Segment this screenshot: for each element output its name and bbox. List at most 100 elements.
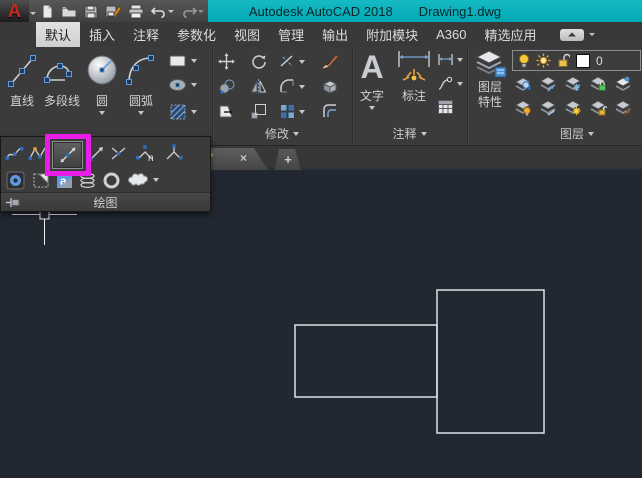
open-file-button[interactable]: [61, 4, 77, 19]
copy-button[interactable]: [218, 78, 236, 95]
multiple-points-button[interactable]: [109, 145, 128, 167]
fillet-button[interactable]: [279, 78, 305, 95]
rotate-button[interactable]: [250, 53, 267, 70]
spline-fit-button[interactable]: [5, 145, 24, 167]
construction-line-button[interactable]: [52, 141, 83, 169]
printer-icon: [128, 4, 144, 18]
application-menu-caret-icon[interactable]: [30, 12, 36, 15]
ray-button[interactable]: [88, 144, 105, 167]
layer-restore-icon[interactable]: [539, 75, 557, 92]
hatch-button[interactable]: [168, 102, 197, 122]
spline-cv-button[interactable]: [28, 145, 47, 167]
tab-annotate[interactable]: 注释: [124, 22, 168, 47]
table-button[interactable]: [437, 99, 454, 115]
layer-properties-button[interactable]: 图层 特性: [471, 49, 509, 109]
offset-icon: [323, 104, 336, 117]
ribbon-minimize-icon[interactable]: [559, 28, 584, 41]
undo-button[interactable]: [151, 4, 174, 18]
array-dropdown-icon[interactable]: [299, 109, 305, 114]
modify-panel-label[interactable]: 修改: [213, 125, 351, 142]
tab-insert[interactable]: 插入: [80, 22, 124, 47]
layer-unlock-icon[interactable]: [589, 99, 607, 116]
undo-caret-icon[interactable]: [168, 9, 174, 13]
region-icon: [33, 173, 49, 188]
spline-cv-icon: [28, 147, 46, 160]
revision-cloud-button[interactable]: [127, 172, 159, 188]
offset-button[interactable]: [321, 103, 339, 120]
line-button[interactable]: 直线: [4, 50, 40, 109]
arc-dropdown-icon[interactable]: [138, 111, 144, 115]
layer-lock-icon[interactable]: [589, 75, 607, 92]
explode-button[interactable]: [321, 78, 339, 95]
draw-panel-label[interactable]: 绘图: [93, 194, 117, 211]
stretch-button[interactable]: [218, 103, 236, 120]
tab-view[interactable]: 视图: [225, 22, 269, 47]
circle-button[interactable]: 圆: [84, 50, 120, 115]
polyline-button[interactable]: 多段线: [40, 50, 84, 109]
layer-make-current-icon[interactable]: [614, 75, 632, 92]
divide-button[interactable]: n: [135, 143, 159, 168]
fillet-dropdown-icon[interactable]: [299, 84, 305, 89]
annotate-panel-label[interactable]: 注释: [353, 125, 466, 142]
layer-off-icon[interactable]: [514, 99, 532, 116]
mirror-button[interactable]: [250, 78, 267, 95]
save-as-button[interactable]: [105, 4, 121, 19]
circle-dropdown-icon[interactable]: [99, 111, 105, 115]
plot-button[interactable]: [128, 4, 144, 19]
ellipse-dropdown-icon[interactable]: [191, 83, 197, 87]
trim-dropdown-icon[interactable]: [299, 59, 305, 64]
tab-a360[interactable]: A360: [427, 22, 475, 47]
measure-button[interactable]: [164, 143, 186, 168]
rectangle-button[interactable]: [168, 53, 197, 69]
ribbon-toggle-caret-icon[interactable]: [588, 33, 595, 36]
drawn-rectangle-right[interactable]: [436, 289, 545, 434]
redo-button[interactable]: [181, 4, 204, 18]
tab-close-icon[interactable]: ×: [240, 151, 247, 165]
tab-output[interactable]: 输出: [313, 22, 357, 47]
revision-cloud-icon: [127, 173, 149, 186]
tab-manage[interactable]: 管理: [269, 22, 313, 47]
ellipse-button[interactable]: [168, 77, 197, 93]
circle-icon: [87, 55, 117, 85]
scale-button[interactable]: [250, 103, 267, 120]
new-file-button[interactable]: [40, 4, 54, 19]
text-dropdown-icon[interactable]: [369, 106, 375, 110]
new-drawing-tab-button[interactable]: +: [275, 149, 301, 170]
tab-addins[interactable]: 附加模块: [357, 22, 427, 47]
move-button[interactable]: [218, 53, 235, 70]
redo-caret-icon[interactable]: [198, 9, 204, 13]
leader-dropdown-icon[interactable]: [457, 81, 463, 86]
divide-icon: n: [136, 145, 154, 164]
application-menu-button[interactable]: A: [0, 0, 29, 22]
trim-button[interactable]: [279, 53, 305, 70]
revision-cloud-dropdown-icon[interactable]: [153, 178, 159, 182]
tab-parametric[interactable]: 参数化: [168, 22, 225, 47]
save-button[interactable]: [84, 4, 98, 19]
linear-dimension-button[interactable]: [437, 52, 463, 67]
linear-dimension-dropdown-icon[interactable]: [457, 57, 463, 62]
text-button[interactable]: A 文字: [355, 49, 389, 110]
layers-panel-label[interactable]: 图层: [512, 125, 642, 142]
layer-match-icon[interactable]: [539, 99, 557, 116]
layer-dropdown[interactable]: 0: [512, 50, 641, 71]
stretch-icon: [219, 105, 233, 118]
ribbon-display-toggle[interactable]: [559, 22, 595, 47]
layer-color-swatch[interactable]: [576, 53, 590, 68]
drawn-rectangle-left[interactable]: [294, 324, 438, 398]
layer-freeze-icon[interactable]: [564, 75, 582, 92]
leader-button[interactable]: [437, 76, 463, 91]
dimension-button[interactable]: 标注: [393, 49, 435, 104]
pin-flyout-button[interactable]: [5, 196, 21, 214]
drawing-canvas[interactable]: [0, 170, 642, 478]
hatch-dropdown-icon[interactable]: [191, 110, 197, 114]
erase-button[interactable]: [321, 53, 339, 70]
flyout-footer: 绘图: [1, 192, 210, 211]
layer-previous-icon[interactable]: [614, 99, 632, 116]
tab-featured-apps[interactable]: 精选应用: [476, 22, 546, 47]
tab-default[interactable]: 默认: [36, 22, 81, 47]
layer-isolate-icon[interactable]: [514, 75, 532, 92]
layer-thaw-icon[interactable]: [564, 99, 582, 116]
rectangle-dropdown-icon[interactable]: [191, 59, 197, 63]
arc-button[interactable]: 圆弧: [122, 50, 160, 115]
array-button[interactable]: [279, 103, 305, 120]
